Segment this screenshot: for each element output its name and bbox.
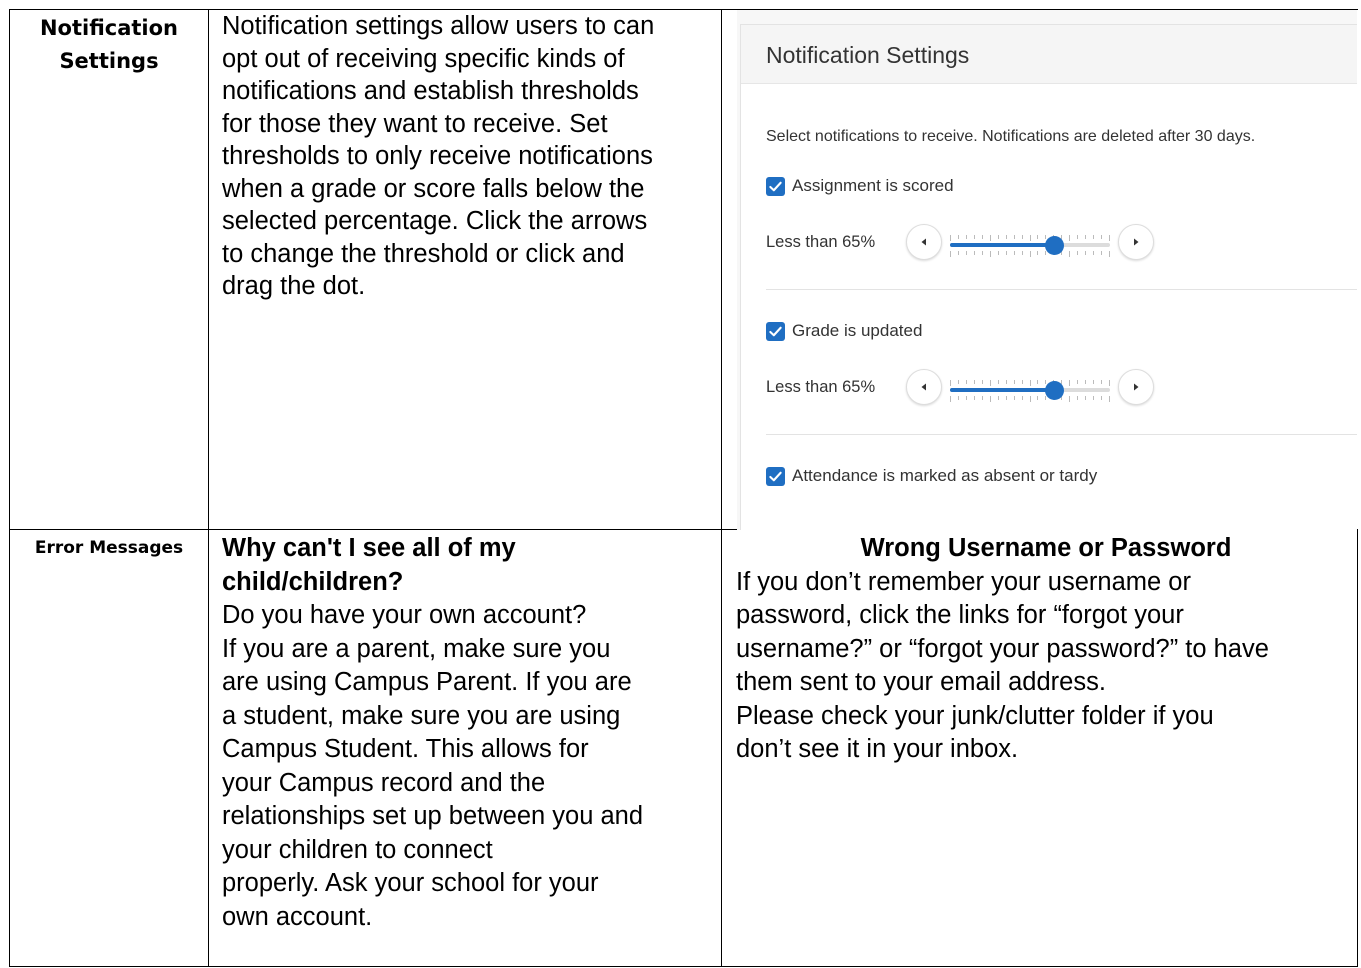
faq-answer-line: are using Campus Parent. If you are: [222, 668, 632, 696]
arrow-left-icon: [921, 383, 926, 391]
checkbox-checked[interactable]: [766, 176, 785, 196]
arrow-right-icon: [1134, 383, 1139, 391]
description-line: Notification settings allow users to can: [222, 12, 655, 40]
panel-header: Notification Settings: [741, 25, 1357, 84]
notification-settings-panel: Notification Settings Select notificatio…: [740, 24, 1357, 530]
slider-handle[interactable]: [1045, 381, 1064, 400]
checkmark-icon: [769, 471, 782, 481]
checkmark-icon: [769, 181, 782, 191]
description-line: for those they want to receive. Set: [222, 109, 608, 138]
wrong-credentials-line: Please check your junk/clutter folder if…: [736, 701, 1214, 730]
faq-answer-line: your children to connect: [222, 835, 493, 864]
checkbox-label: Attendance is marked as absent or tardy: [792, 466, 1098, 485]
wrong-credentials-title: Wrong Username or Password: [860, 534, 1232, 562]
increase-threshold-button[interactable]: [1118, 369, 1154, 405]
table-column-divider-2: [721, 9, 722, 967]
description-line: drag the dot.: [222, 272, 366, 300]
faq-answer-line: a student, make sure you are using: [222, 701, 621, 730]
table-column-divider-1: [208, 9, 209, 967]
faq-see-children: Why can't I see all of my child/children…: [222, 532, 717, 934]
description-line: when a grade or score falls below the: [222, 174, 645, 203]
threshold-label: Less than 65%: [766, 232, 876, 251]
table-border-right: [1357, 529, 1358, 967]
decrease-threshold-button[interactable]: [906, 369, 942, 405]
description-line: notifications and establish thresholds: [222, 77, 639, 105]
faq-answer-line: If you are a parent, make sure you: [222, 634, 611, 663]
faq-answer-line: properly. Ask your school for your: [222, 869, 599, 897]
faq-answer-line: your Campus record and the: [222, 768, 546, 797]
assignment-scored-toggle[interactable]: Assignment is scored: [766, 175, 954, 197]
slider-ticks: [950, 235, 1110, 257]
checkbox-label: Assignment is scored: [792, 176, 954, 195]
checkmark-icon: [769, 326, 782, 336]
description-line: thresholds to only receive notifications: [222, 142, 653, 170]
row-heading-error-messages: Error Messages: [10, 535, 208, 561]
description-line: to change the threshold or click and: [222, 239, 625, 268]
threshold-row: Less than 65%: [766, 222, 1154, 262]
threshold-slider[interactable]: [950, 224, 1110, 260]
description-line: selected percentage. Click the arrows: [222, 207, 648, 235]
faq-question: Why can't I see all of my child/children…: [222, 532, 717, 599]
faq-answer-line: Campus Student. This allows for: [222, 735, 589, 763]
faq-question-line: child/children?: [222, 567, 404, 596]
threshold-row: Less than 65%: [766, 367, 1154, 407]
increase-threshold-button[interactable]: [1118, 224, 1154, 260]
row-heading-text: Notification Settings: [39, 16, 179, 73]
wrong-credentials-line: password, click the links for “forgot yo…: [736, 601, 1184, 629]
description-line: opt out of receiving specific kinds of: [222, 44, 625, 73]
attendance-marked-toggle[interactable]: Attendance is marked as absent or tardy: [766, 465, 1097, 487]
checkbox-checked[interactable]: [766, 466, 785, 486]
faq-answer-line: relationships set up between you and: [222, 802, 644, 830]
section-divider: [766, 289, 1357, 290]
checkbox-checked[interactable]: [766, 321, 785, 341]
notification-settings-screenshot: Notification Settings Select notificatio…: [737, 10, 1357, 530]
faq-question-line: Why can't I see all of my: [222, 534, 516, 562]
wrong-credentials-line: If you don’t remember your username or: [736, 567, 1191, 596]
decrease-threshold-button[interactable]: [906, 224, 942, 260]
panel-title: Notification Settings: [766, 42, 970, 68]
row-heading-notification-settings: Notification Settings: [10, 12, 208, 78]
arrow-left-icon: [921, 238, 926, 246]
panel-intro-text: Select notifications to receive. Notific…: [766, 128, 1256, 145]
table-border-left: [9, 9, 10, 967]
notification-settings-description: Notification settings allow users to can…: [222, 10, 717, 303]
row-heading-text: Error Messages: [34, 538, 184, 558]
table-border-bottom: [9, 966, 1358, 967]
arrow-right-icon: [1134, 238, 1139, 246]
section-divider: [766, 434, 1357, 435]
grade-updated-toggle[interactable]: Grade is updated: [766, 320, 922, 342]
slider-ticks: [950, 380, 1110, 402]
wrong-credentials-line: don’t see it in your inbox.: [736, 735, 1019, 763]
slider-handle[interactable]: [1045, 236, 1064, 255]
wrong-username-password: Wrong Username or Password If you don’t …: [736, 532, 1356, 767]
wrong-credentials-line: them sent to your email address.: [736, 668, 1106, 696]
wrong-credentials-line: username?” or “forgot your password?” to…: [736, 634, 1269, 663]
threshold-label: Less than 65%: [766, 377, 876, 396]
checkbox-label: Grade is updated: [792, 321, 923, 340]
threshold-slider[interactable]: [950, 369, 1110, 405]
faq-answer-line: own account.: [222, 902, 373, 931]
faq-answer-line: Do you have your own account?: [222, 601, 587, 629]
